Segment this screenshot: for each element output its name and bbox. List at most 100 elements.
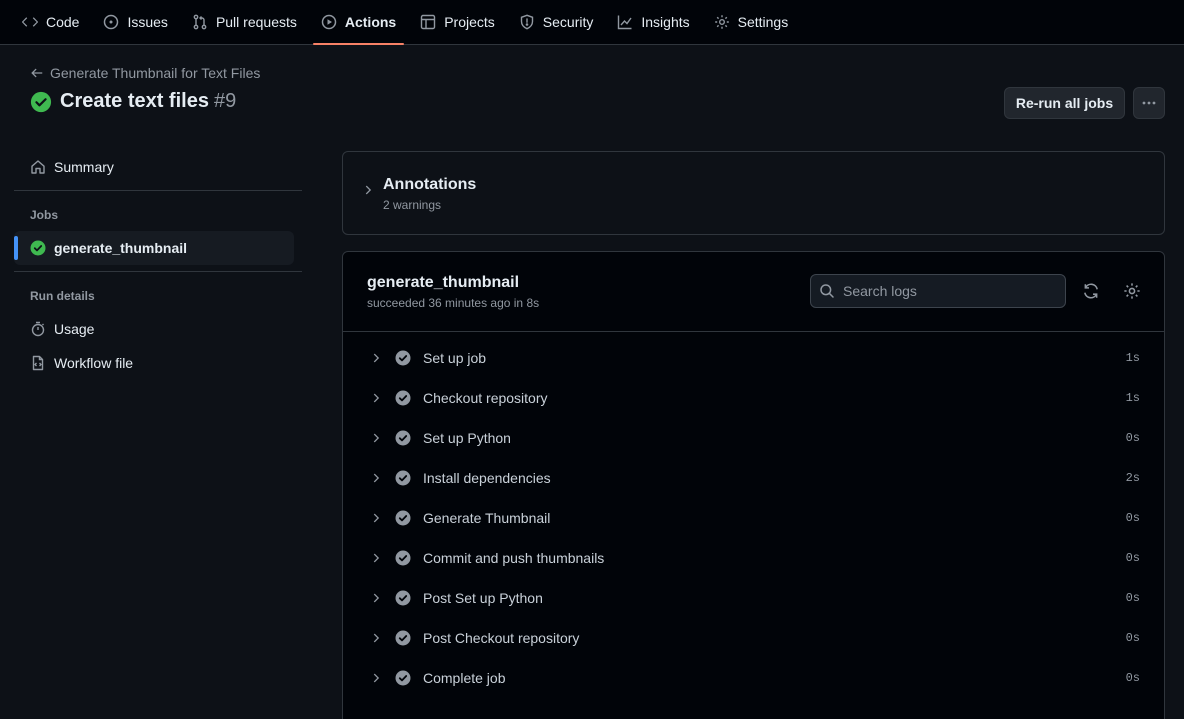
stopwatch-icon — [30, 321, 46, 337]
gear-icon[interactable] — [1123, 282, 1141, 300]
tab-label: Code — [46, 14, 79, 30]
step-row[interactable]: Post Checkout repository 0s — [343, 618, 1164, 658]
search-logs-box — [810, 274, 1066, 308]
job-steps-list: Set up job 1s Checkout repository 1s Set… — [343, 332, 1164, 698]
search-logs-input[interactable] — [843, 283, 1043, 299]
step-duration: 1s — [1126, 351, 1140, 365]
step-name: Commit and push thumbnails — [423, 550, 604, 566]
check-circle-fill-icon — [30, 240, 46, 256]
tab-settings[interactable]: Settings — [706, 0, 797, 44]
sidebar-item-workflow-file[interactable]: Workflow file — [14, 346, 302, 380]
tab-pull-requests[interactable]: Pull requests — [184, 0, 305, 44]
divider — [14, 271, 302, 272]
rerun-all-jobs-button[interactable]: Re-run all jobs — [1004, 87, 1125, 119]
divider — [14, 190, 302, 191]
tab-code[interactable]: Code — [14, 0, 87, 44]
sidebar-item-label: Summary — [54, 159, 114, 175]
annotations-count: 2 warnings — [383, 198, 441, 212]
jobs-heading: Jobs — [14, 199, 302, 231]
step-row[interactable]: Checkout repository 1s — [343, 378, 1164, 418]
run-sidebar: Summary Jobs generate_thumbnail Run deta… — [14, 150, 302, 380]
step-row[interactable]: Commit and push thumbnails 0s — [343, 538, 1164, 578]
table-icon — [420, 14, 436, 30]
step-name: Set up job — [423, 350, 486, 366]
more-options-button[interactable] — [1133, 87, 1165, 119]
sync-icon[interactable] — [1082, 282, 1100, 300]
step-name: Set up Python — [423, 430, 511, 446]
check-circle-fill-icon — [395, 350, 411, 366]
sidebar-item-label: Workflow file — [54, 355, 133, 371]
step-duration: 0s — [1126, 551, 1140, 565]
step-row[interactable]: Complete job 0s — [343, 658, 1164, 698]
step-name: Checkout repository — [423, 390, 548, 406]
check-circle-fill-icon — [395, 670, 411, 686]
job-log-panel: generate_thumbnail succeeded 36 minutes … — [342, 251, 1165, 719]
tab-label: Settings — [738, 14, 789, 30]
tab-projects[interactable]: Projects — [412, 0, 503, 44]
tab-issues[interactable]: Issues — [95, 0, 175, 44]
issue-opened-icon — [103, 14, 119, 30]
code-icon — [22, 14, 38, 30]
chevron-right-icon — [369, 391, 383, 405]
job-status: succeeded 36 minutes ago in 8s — [367, 296, 539, 310]
sidebar-item-summary[interactable]: Summary — [14, 150, 302, 184]
check-circle-fill-icon — [395, 470, 411, 486]
step-row[interactable]: Post Set up Python 0s — [343, 578, 1164, 618]
step-row[interactable]: Set up job 1s — [343, 338, 1164, 378]
chevron-right-icon — [369, 511, 383, 525]
sidebar-item-label: generate_thumbnail — [54, 240, 187, 256]
chevron-right-icon — [369, 671, 383, 685]
annotations-panel[interactable]: Annotations 2 warnings — [342, 151, 1165, 235]
file-code-icon — [30, 355, 46, 371]
gear-icon — [714, 14, 730, 30]
step-row[interactable]: Set up Python 0s — [343, 418, 1164, 458]
chevron-right-icon — [369, 631, 383, 645]
tab-label: Insights — [641, 14, 689, 30]
arrow-left-icon — [30, 66, 44, 80]
step-duration: 0s — [1126, 631, 1140, 645]
repo-nav: Code Issues Pull requests Actions Projec… — [0, 0, 1184, 45]
check-circle-fill-icon — [395, 430, 411, 446]
annotations-title: Annotations — [383, 176, 476, 194]
play-icon — [321, 14, 337, 30]
job-header: generate_thumbnail succeeded 36 minutes … — [343, 252, 1164, 332]
tab-label: Pull requests — [216, 14, 297, 30]
step-duration: 0s — [1126, 671, 1140, 685]
step-row[interactable]: Install dependencies 2s — [343, 458, 1164, 498]
graph-icon — [617, 14, 633, 30]
chevron-right-icon — [369, 431, 383, 445]
back-to-workflow-link[interactable]: Generate Thumbnail for Text Files — [30, 65, 260, 81]
step-row[interactable]: Generate Thumbnail 0s — [343, 498, 1164, 538]
shield-icon — [519, 14, 535, 30]
tab-insights[interactable]: Insights — [609, 0, 697, 44]
chevron-right-icon — [369, 591, 383, 605]
sidebar-item-label: Usage — [54, 321, 94, 337]
back-link-label: Generate Thumbnail for Text Files — [50, 65, 260, 81]
job-name: generate_thumbnail — [367, 274, 519, 292]
tab-label: Security — [543, 14, 594, 30]
step-duration: 0s — [1126, 431, 1140, 445]
check-circle-fill-icon — [395, 550, 411, 566]
search-icon — [819, 283, 835, 299]
step-name: Complete job — [423, 670, 506, 686]
step-name: Generate Thumbnail — [423, 510, 550, 526]
chevron-right-icon — [369, 471, 383, 485]
step-duration: 1s — [1126, 391, 1140, 405]
kebab-horizontal-icon — [1141, 95, 1157, 111]
sidebar-item-usage[interactable]: Usage — [14, 312, 302, 346]
tab-actions[interactable]: Actions — [313, 0, 404, 44]
chevron-right-icon — [361, 183, 375, 197]
tab-security[interactable]: Security — [511, 0, 602, 44]
tab-label: Actions — [345, 14, 396, 30]
page-title: Create text files #9 — [30, 90, 236, 113]
chevron-right-icon — [369, 351, 383, 365]
check-circle-fill-icon — [395, 390, 411, 406]
sidebar-item-job[interactable]: generate_thumbnail — [14, 231, 294, 265]
git-pull-request-icon — [192, 14, 208, 30]
check-circle-fill-icon — [30, 91, 52, 113]
step-duration: 0s — [1126, 511, 1140, 525]
check-circle-fill-icon — [395, 590, 411, 606]
home-icon — [30, 159, 46, 175]
tab-label: Issues — [127, 14, 167, 30]
run-title: Create text files — [60, 90, 209, 113]
